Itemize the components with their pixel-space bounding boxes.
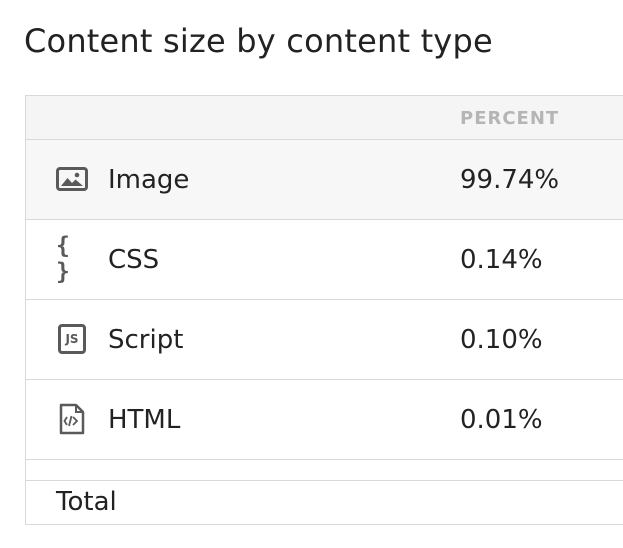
css-braces-icon: { } — [56, 233, 88, 285]
row-label: Script — [108, 325, 184, 355]
table-header-row: PERCENT — [26, 96, 623, 140]
row-percent: 0.10% — [460, 325, 543, 355]
column-header-percent[interactable]: PERCENT — [460, 108, 559, 129]
css-braces-glyph: { } — [56, 233, 72, 285]
js-file-icon: JS — [56, 324, 88, 354]
row-label: HTML — [108, 405, 181, 435]
image-icon — [56, 166, 88, 192]
js-file-icon-label: JS — [65, 332, 79, 346]
table-spacer-row — [26, 460, 623, 481]
content-type-table: PERCENT Image 99.74% { } CSS 0.14% JS Sc… — [25, 95, 623, 525]
table-row-script[interactable]: JS Script 0.10% — [26, 300, 623, 380]
page-title: Content size by content type — [24, 22, 493, 60]
row-label: Image — [108, 165, 190, 195]
table-row-image[interactable]: Image 99.74% — [26, 140, 623, 220]
table-row-css[interactable]: { } CSS 0.14% — [26, 220, 623, 300]
row-label: CSS — [108, 245, 160, 275]
total-label: Total — [56, 487, 117, 517]
row-percent: 99.74% — [460, 165, 560, 195]
row-percent: 0.01% — [460, 405, 543, 435]
html-file-icon — [56, 403, 88, 435]
table-row-html[interactable]: HTML 0.01% — [26, 380, 623, 460]
row-percent: 0.14% — [460, 245, 543, 275]
table-total-row: Total — [26, 481, 623, 525]
